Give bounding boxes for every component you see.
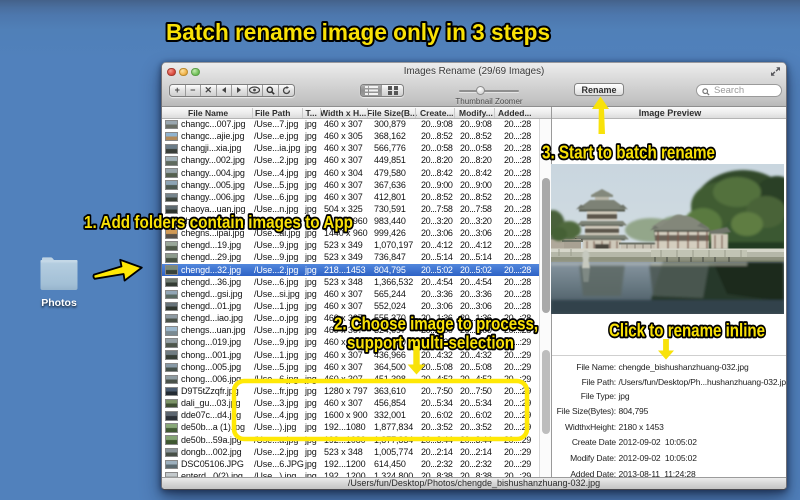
svg-text:Batch rename image only in 3 s: Batch rename image only in 3 steps xyxy=(166,19,550,45)
